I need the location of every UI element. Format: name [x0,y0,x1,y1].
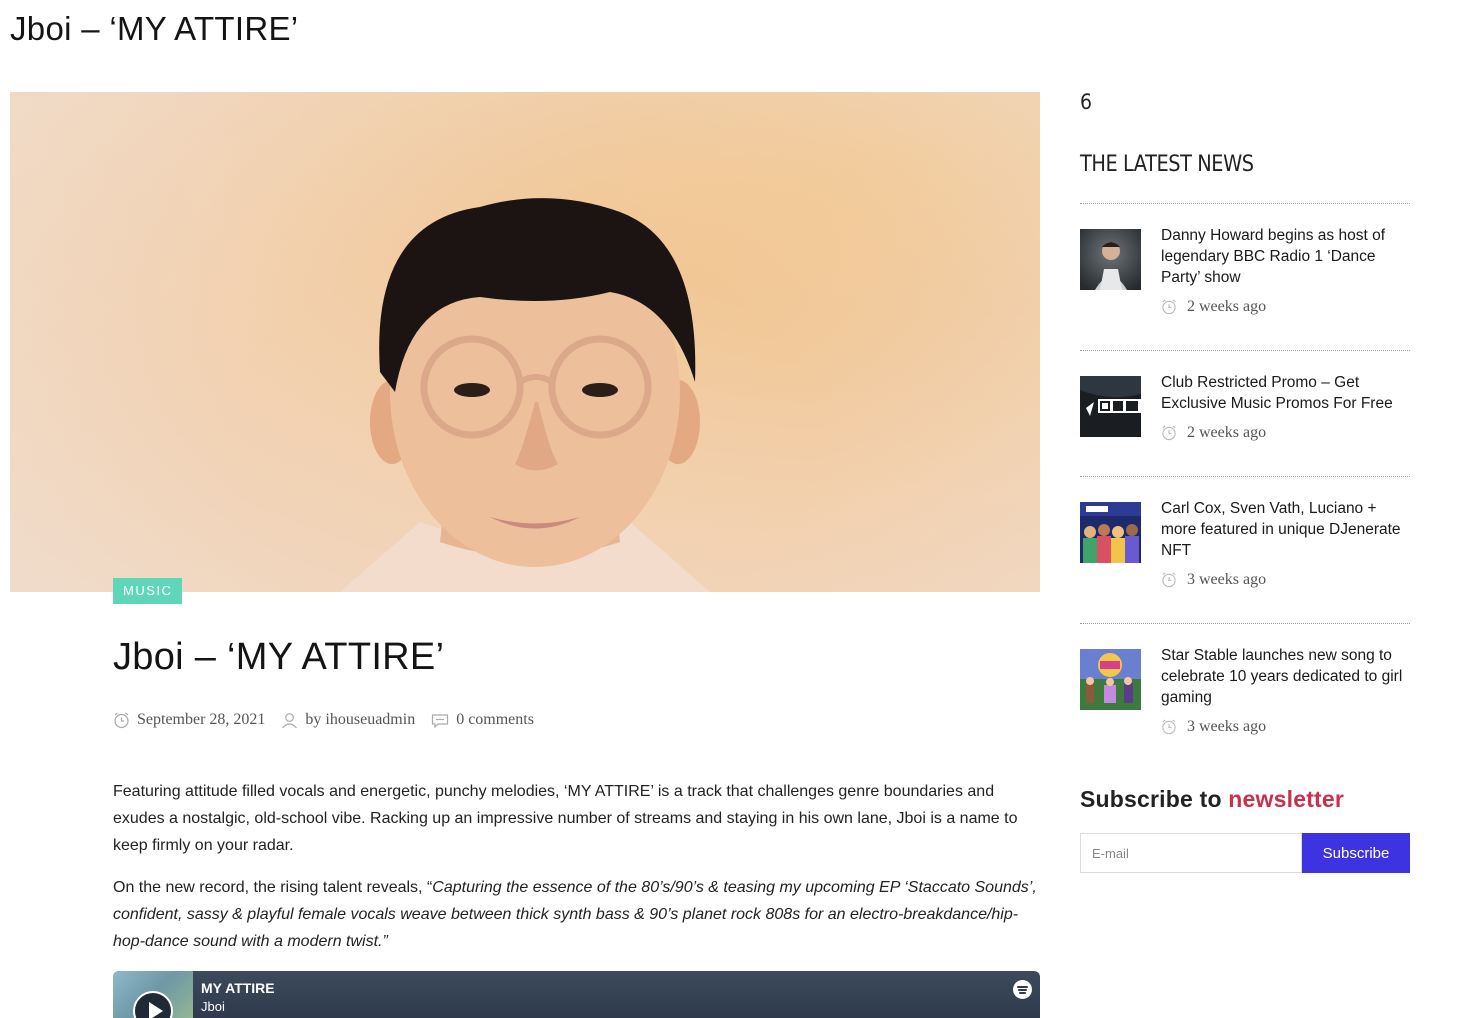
comment-icon [432,713,449,728]
clock-icon [1162,572,1176,588]
news-thumbnail[interactable] [1080,502,1141,563]
clock-icon [1162,299,1176,315]
featured-image [10,92,1040,592]
divider [1080,623,1410,624]
divider [1080,203,1410,204]
post-meta: September 28, 2021 by ihouseuadmin 0 com… [113,711,550,729]
post-comments[interactable]: 0 comments [431,711,534,729]
spotify-player[interactable]: MY ATTIRE Jboi [113,971,1040,1018]
player-track-title: MY ATTIRE [201,980,275,996]
news-time-text: 2 weeks ago [1187,424,1267,441]
post-author[interactable]: by ihouseuadmin [281,711,415,729]
divider [1080,476,1410,477]
page-title: Jboi – ‘MY ATTIRE’ [10,10,299,47]
news-time-text: 2 weeks ago [1187,298,1267,315]
clock-icon [1162,719,1176,735]
email-field[interactable] [1080,833,1302,873]
article-paragraph: Featuring attitude filled vocals and ene… [113,783,1018,854]
divider [1080,350,1410,351]
sidebar-number: 6 [1080,90,1093,114]
news-time-text: 3 weeks ago [1187,571,1267,588]
news-title[interactable]: Carl Cox, Sven Vath, Luciano + more feat… [1161,498,1413,561]
quote-lead: On the new record, the rising talent rev… [113,879,433,896]
post-comments-text[interactable]: 0 comments [456,711,534,729]
user-icon [282,712,298,728]
news-time: 3 weeks ago [1161,718,1266,736]
subscribe-button[interactable]: Subscribe [1302,833,1410,873]
news-time-text: 3 weeks ago [1187,718,1267,735]
newsletter-heading-accent: newsletter [1228,786,1345,812]
clock-icon [1162,425,1176,441]
post-title: Jboi – ‘MY ATTIRE’ [113,636,445,678]
news-thumbnail[interactable] [1080,649,1141,710]
article-paragraph-quote: On the new record, the rising talent rev… [113,874,1043,955]
news-title[interactable]: Star Stable launches new song to celebra… [1161,645,1413,708]
post-date-text: September 28, 2021 [137,711,266,728]
post-date: September 28, 2021 [113,711,265,729]
news-time: 2 weeks ago [1161,424,1266,442]
news-thumbnail[interactable] [1080,229,1141,290]
news-thumbnail[interactable] [1080,376,1141,437]
post-author-text[interactable]: by ihouseuadmin [305,711,415,729]
player-artist[interactable]: Jboi [201,999,225,1014]
newsletter-heading: Subscribe to newsletter [1080,786,1344,813]
newsletter-heading-prefix: Subscribe to [1080,786,1229,812]
news-title[interactable]: Club Restricted Promo – Get Exclusive Mu… [1161,372,1413,414]
sidebar-heading: THE LATEST NEWS [1080,152,1254,177]
category-badge[interactable]: MUSIC [113,578,183,604]
news-time: 2 weeks ago [1161,298,1266,316]
news-time: 3 weeks ago [1161,571,1266,589]
spotify-icon[interactable] [1013,980,1032,999]
clock-icon [114,712,129,728]
news-title[interactable]: Danny Howard begins as host of legendary… [1161,225,1413,288]
